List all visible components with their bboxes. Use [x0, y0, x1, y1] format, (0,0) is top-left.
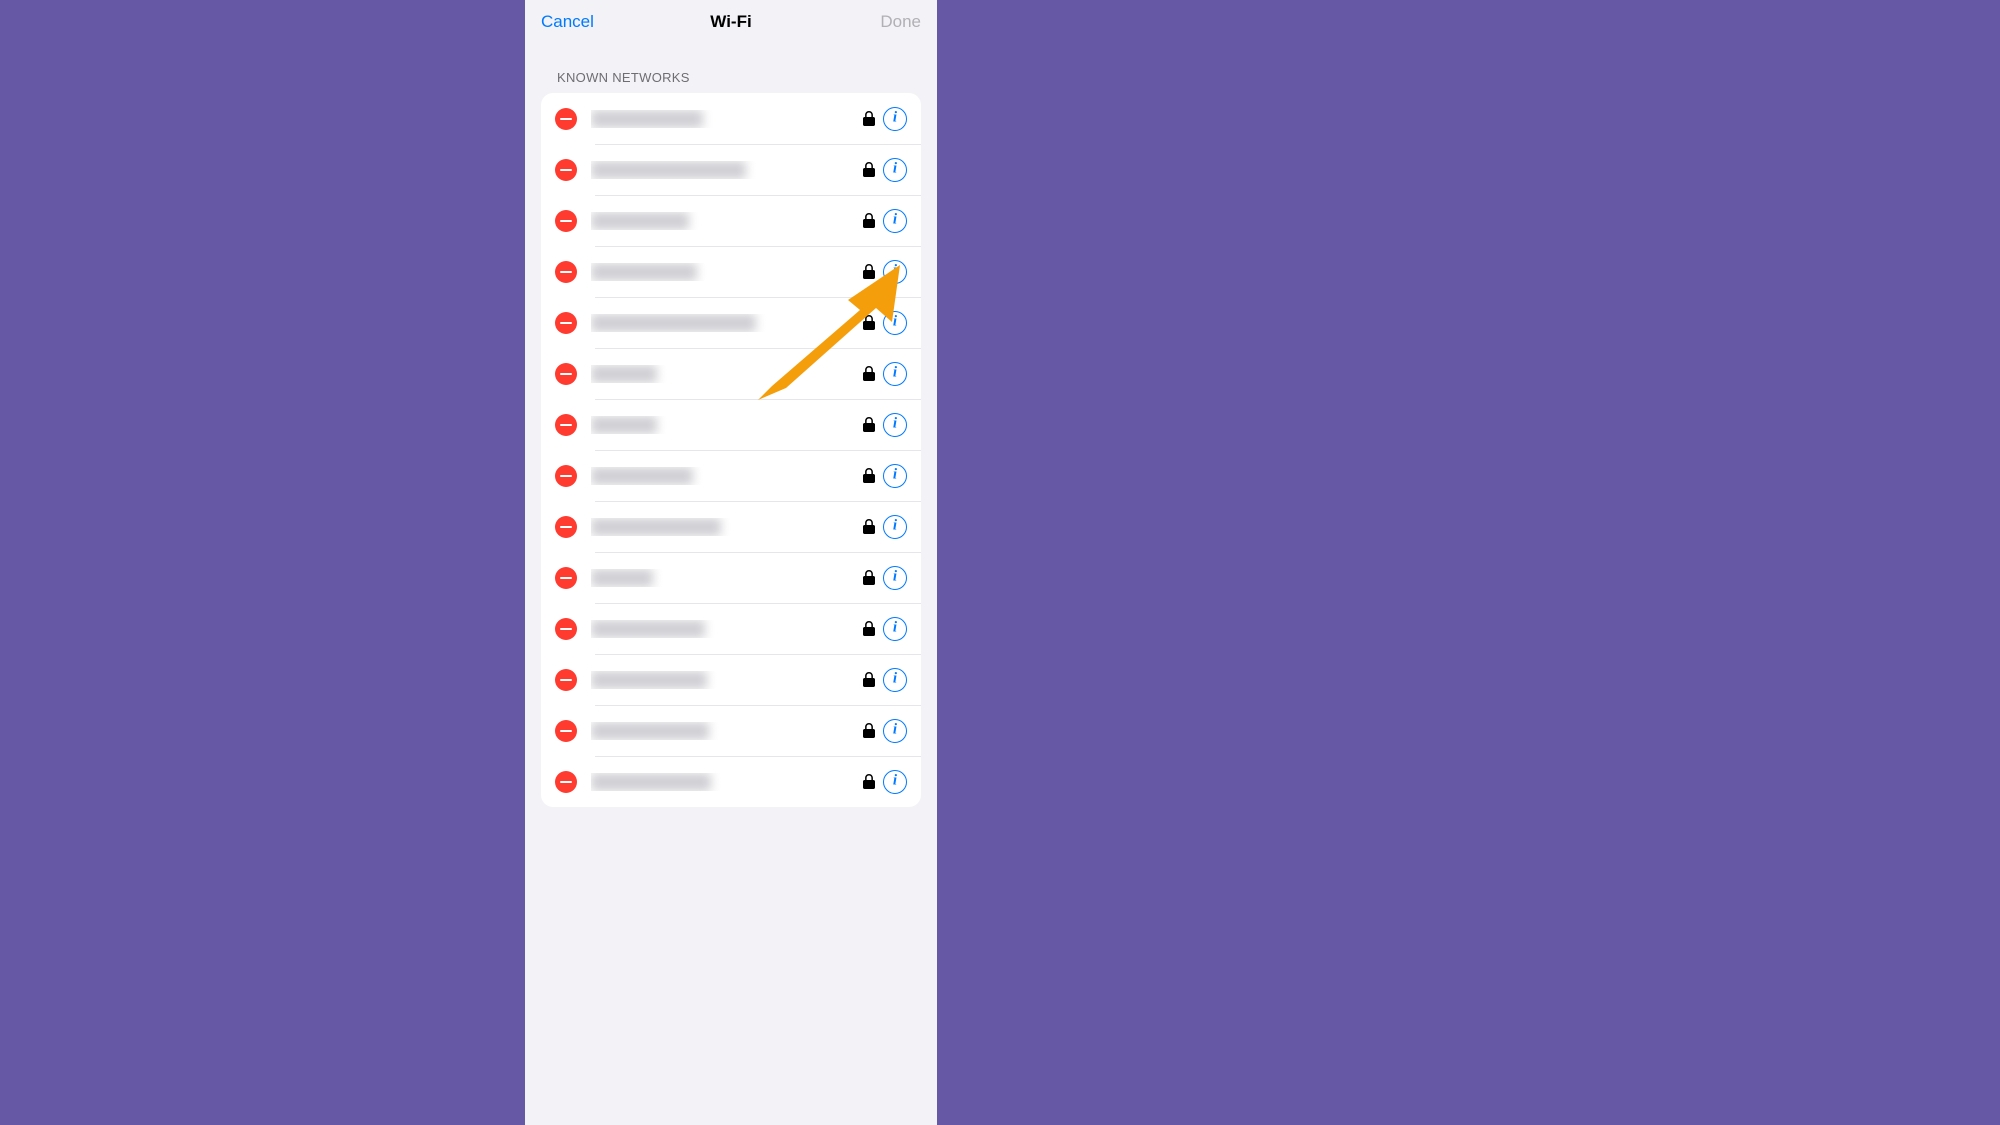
network-row[interactable]: i: [541, 297, 921, 348]
network-name: [591, 467, 855, 485]
lock-icon: [863, 621, 875, 636]
network-name: [591, 518, 855, 536]
network-name: [591, 263, 855, 281]
lock-icon: [863, 315, 875, 330]
lock-icon: [863, 468, 875, 483]
redacted-text: [591, 518, 721, 536]
info-icon[interactable]: i: [883, 770, 907, 794]
lock-icon: [863, 774, 875, 789]
network-row[interactable]: i: [541, 705, 921, 756]
page-title: Wi-Fi: [611, 12, 851, 32]
info-icon[interactable]: i: [883, 617, 907, 641]
lock-icon: [863, 417, 875, 432]
cancel-button[interactable]: Cancel: [541, 12, 611, 32]
redacted-text: [591, 212, 689, 230]
lock-icon: [863, 519, 875, 534]
minus-circle-icon[interactable]: [555, 261, 577, 283]
network-name: [591, 365, 855, 383]
redacted-text: [591, 722, 709, 740]
network-row[interactable]: i: [541, 195, 921, 246]
network-row[interactable]: i: [541, 450, 921, 501]
minus-circle-icon[interactable]: [555, 618, 577, 640]
network-name: [591, 722, 855, 740]
minus-circle-icon[interactable]: [555, 312, 577, 334]
info-icon[interactable]: i: [883, 566, 907, 590]
network-name: [591, 314, 855, 332]
redacted-text: [591, 161, 746, 179]
network-name: [591, 416, 855, 434]
minus-circle-icon[interactable]: [555, 108, 577, 130]
network-row[interactable]: i: [541, 348, 921, 399]
minus-circle-icon[interactable]: [555, 414, 577, 436]
redacted-text: [591, 620, 705, 638]
lock-icon: [863, 162, 875, 177]
minus-circle-icon[interactable]: [555, 159, 577, 181]
redacted-text: [591, 263, 697, 281]
info-icon[interactable]: i: [883, 515, 907, 539]
minus-circle-icon[interactable]: [555, 465, 577, 487]
minus-circle-icon[interactable]: [555, 669, 577, 691]
network-row[interactable]: i: [541, 552, 921, 603]
network-row[interactable]: i: [541, 654, 921, 705]
info-icon[interactable]: i: [883, 209, 907, 233]
minus-circle-icon[interactable]: [555, 210, 577, 232]
lock-icon: [863, 366, 875, 381]
lock-icon: [863, 570, 875, 585]
network-name: [591, 212, 855, 230]
known-networks-list: i i i i i i i i i i i i i i: [541, 93, 921, 807]
info-icon[interactable]: i: [883, 668, 907, 692]
minus-circle-icon[interactable]: [555, 720, 577, 742]
lock-icon: [863, 111, 875, 126]
section-header-known-networks: KNOWN NETWORKS: [525, 44, 937, 93]
info-icon[interactable]: i: [883, 719, 907, 743]
redacted-text: [591, 314, 756, 332]
minus-circle-icon[interactable]: [555, 567, 577, 589]
info-icon[interactable]: i: [883, 311, 907, 335]
redacted-text: [591, 416, 657, 434]
network-row[interactable]: i: [541, 603, 921, 654]
navbar: Cancel Wi-Fi Done: [525, 0, 937, 44]
network-name: [591, 110, 855, 128]
network-name: [591, 161, 855, 179]
redacted-text: [591, 110, 703, 128]
redacted-text: [591, 365, 657, 383]
lock-icon: [863, 672, 875, 687]
network-row[interactable]: i: [541, 399, 921, 450]
network-row[interactable]: i: [541, 144, 921, 195]
network-name: [591, 773, 855, 791]
info-icon[interactable]: i: [883, 464, 907, 488]
minus-circle-icon[interactable]: [555, 516, 577, 538]
network-name: [591, 620, 855, 638]
lock-icon: [863, 264, 875, 279]
wifi-settings-modal: Cancel Wi-Fi Done KNOWN NETWORKS i i i i…: [525, 0, 937, 1125]
network-name: [591, 671, 855, 689]
network-row[interactable]: i: [541, 93, 921, 144]
network-row[interactable]: i: [541, 756, 921, 807]
minus-circle-icon[interactable]: [555, 363, 577, 385]
done-button[interactable]: Done: [851, 12, 921, 32]
network-row[interactable]: i: [541, 501, 921, 552]
info-icon[interactable]: i: [883, 413, 907, 437]
redacted-text: [591, 467, 693, 485]
network-name: [591, 569, 855, 587]
redacted-text: [591, 773, 711, 791]
info-icon[interactable]: i: [883, 107, 907, 131]
network-row[interactable]: i: [541, 246, 921, 297]
lock-icon: [863, 213, 875, 228]
redacted-text: [591, 569, 653, 587]
redacted-text: [591, 671, 707, 689]
info-icon[interactable]: i: [883, 260, 907, 284]
info-icon[interactable]: i: [883, 158, 907, 182]
info-icon[interactable]: i: [883, 362, 907, 386]
lock-icon: [863, 723, 875, 738]
minus-circle-icon[interactable]: [555, 771, 577, 793]
